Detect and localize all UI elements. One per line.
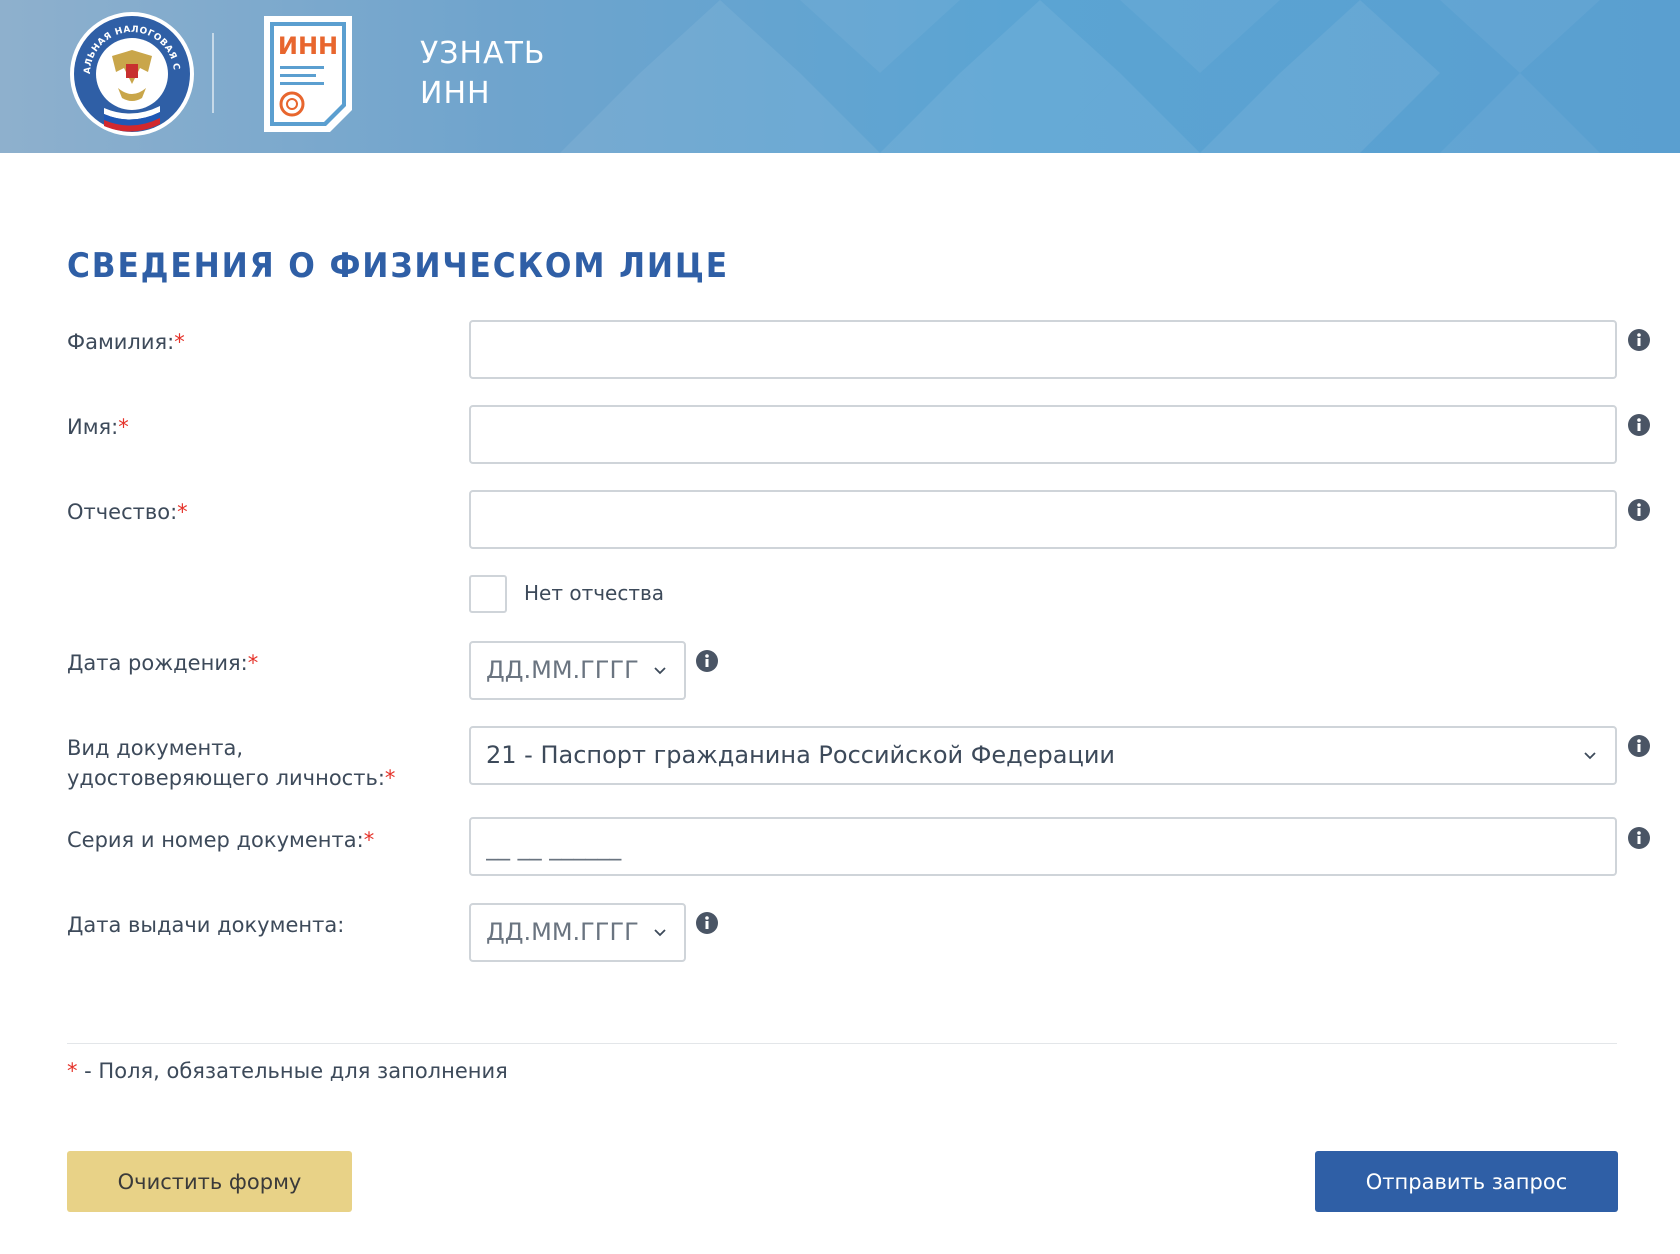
section-title: СВЕДЕНИЯ О ФИЗИЧЕСКОМ ЛИЦЕ bbox=[67, 246, 729, 286]
first-name-info-icon[interactable] bbox=[1628, 414, 1650, 436]
birth-date-label-text: Дата рождения: bbox=[67, 651, 248, 675]
first-name-input[interactable] bbox=[471, 407, 1615, 462]
surname-label: Фамилия:* bbox=[67, 327, 185, 357]
birth-date-placeholder: ДД.ММ.ГГГГ bbox=[486, 656, 639, 684]
header-divider bbox=[212, 33, 214, 113]
required-fields-note: * - Поля, обязательные для заполнения bbox=[67, 1056, 508, 1086]
header-title: УЗНАТЬ ИНН bbox=[420, 34, 546, 114]
required-mark: * bbox=[363, 828, 375, 852]
surname-info-icon[interactable] bbox=[1628, 329, 1650, 351]
surname-label-text: Фамилия: bbox=[67, 330, 175, 354]
issue-date-placeholder: ДД.ММ.ГГГГ bbox=[486, 918, 639, 946]
first-name-field[interactable] bbox=[469, 405, 1617, 464]
patronymic-input[interactable] bbox=[471, 492, 1615, 547]
required-mark: * bbox=[67, 1059, 78, 1083]
inn-document-icon: ИНН bbox=[264, 16, 352, 132]
header-pattern bbox=[560, 0, 1600, 153]
issue-date-label: Дата выдачи документа: bbox=[67, 910, 344, 940]
birth-date-label: Дата рождения:* bbox=[67, 648, 258, 678]
chevron-down-icon bbox=[654, 667, 666, 675]
birth-date-picker[interactable]: ДД.ММ.ГГГГ bbox=[469, 641, 686, 700]
inn-logo-text: ИНН bbox=[278, 32, 338, 60]
doc-number-label: Серия и номер документа:* bbox=[67, 825, 374, 855]
required-fields-note-text: - Поля, обязательные для заполнения bbox=[77, 1059, 508, 1083]
patronymic-info-icon[interactable] bbox=[1628, 499, 1650, 521]
issue-date-info-icon[interactable] bbox=[696, 912, 718, 934]
required-mark: * bbox=[174, 330, 185, 354]
form-divider bbox=[67, 1043, 1617, 1044]
doc-type-label: Вид документа, удостоверяющего личность:… bbox=[67, 733, 395, 793]
first-name-label: Имя:* bbox=[67, 412, 129, 442]
doc-number-input[interactable] bbox=[471, 819, 1615, 874]
surname-field[interactable] bbox=[469, 320, 1617, 379]
chevron-down-icon bbox=[654, 929, 666, 937]
doc-number-field[interactable] bbox=[469, 817, 1617, 876]
clear-form-button[interactable]: Очистить форму bbox=[67, 1151, 352, 1212]
doc-number-label-text: Серия и номер документа: bbox=[67, 828, 364, 852]
required-mark: * bbox=[384, 766, 396, 790]
patronymic-label: Отчество:* bbox=[67, 497, 188, 527]
no-patronymic-checkbox[interactable] bbox=[469, 575, 507, 613]
patronymic-field[interactable] bbox=[469, 490, 1617, 549]
site-header: ФЕДЕРАЛЬНАЯ НАЛОГОВАЯ СЛУЖБА ИНН УЗНАТЬ … bbox=[0, 0, 1680, 153]
doc-type-label-line1: Вид документа, bbox=[67, 736, 243, 760]
surname-input[interactable] bbox=[471, 322, 1615, 377]
issue-date-label-text: Дата выдачи документа: bbox=[67, 913, 345, 937]
submit-request-button[interactable]: Отправить запрос bbox=[1315, 1151, 1618, 1212]
doc-type-selected: 21 - Паспорт гражданина Российской Федер… bbox=[486, 741, 1116, 769]
header-title-line2: ИНН bbox=[420, 76, 491, 111]
no-patronymic-label[interactable]: Нет отчества bbox=[524, 579, 664, 607]
birth-date-info-icon[interactable] bbox=[696, 650, 718, 672]
required-mark: * bbox=[247, 651, 259, 675]
doc-type-select[interactable]: 21 - Паспорт гражданина Российской Федер… bbox=[469, 726, 1617, 785]
required-mark: * bbox=[177, 500, 188, 524]
doc-type-label-line2: удостоверяющего личность: bbox=[67, 766, 385, 790]
issue-date-picker[interactable]: ДД.ММ.ГГГГ bbox=[469, 903, 686, 962]
first-name-label-text: Имя: bbox=[67, 415, 119, 439]
chevron-down-icon bbox=[1584, 752, 1596, 760]
doc-number-info-icon[interactable] bbox=[1628, 827, 1650, 849]
header-title-line1: УЗНАТЬ bbox=[420, 36, 546, 71]
fns-emblem-icon: ФЕДЕРАЛЬНАЯ НАЛОГОВАЯ СЛУЖБА bbox=[68, 10, 194, 136]
doc-type-info-icon[interactable] bbox=[1628, 735, 1650, 757]
patronymic-label-text: Отчество: bbox=[67, 500, 178, 524]
required-mark: * bbox=[118, 415, 129, 439]
